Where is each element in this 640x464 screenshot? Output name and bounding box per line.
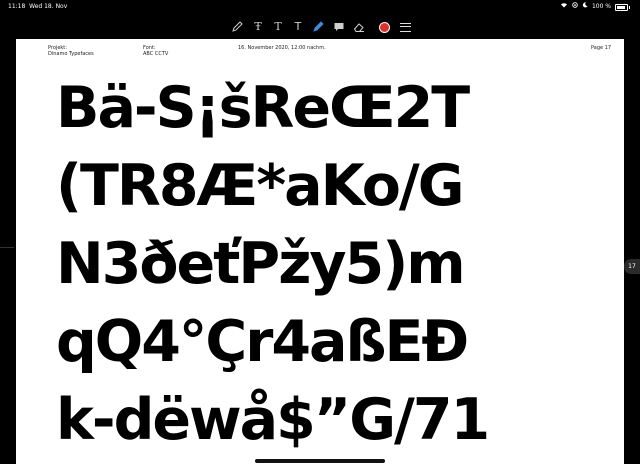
specimen-line-1: Bä-S¡šReŒ2T [56, 75, 470, 141]
menu-icon [399, 22, 411, 32]
wifi-icon [560, 0, 568, 14]
toolbar-menu-button[interactable] [398, 20, 412, 34]
pencil-icon [232, 21, 243, 32]
highlighter-tool[interactable] [311, 20, 325, 34]
comment-icon [334, 23, 344, 31]
specimen-line-2: (TR8Æ*aKo/G [56, 153, 465, 219]
color-picker-button[interactable] [377, 20, 391, 34]
red-color-swatch [378, 21, 390, 33]
text-style-tool[interactable]: Ŧ [251, 20, 265, 34]
specimen-line-3: N3ðeťPžy5)m [56, 231, 466, 297]
document-date: 16. November 2020, 12:00 nachm. [238, 45, 326, 51]
project-info: Projekt: Dinamo Typefaces [48, 45, 94, 57]
text-style-icon: Ŧ [254, 20, 262, 33]
status-right: 100 % [560, 0, 630, 14]
page-indicator-tab[interactable]: 17 [624, 259, 640, 274]
annotation-toolbar: Ŧ T T [0, 14, 640, 40]
page-number: Page 17 [591, 45, 612, 51]
orientation-lock-icon [572, 0, 578, 14]
eraser-icon [353, 23, 364, 32]
status-time: 11:18 Wed 18. Nov [8, 3, 68, 10]
pencil-tool[interactable] [230, 20, 244, 34]
comment-tool[interactable] [332, 20, 346, 34]
home-indicator[interactable] [255, 459, 385, 463]
text-alt-icon: T [294, 20, 302, 33]
document-page: Projekt: Dinamo Typefaces Font: ABC CCTV… [16, 39, 624, 464]
status-bar: 11:18 Wed 18. Nov 100 % [0, 0, 640, 14]
battery-percent: 100 % [591, 3, 611, 10]
specimen-line-4: qQ4°Çr4aßEĐ [56, 309, 469, 375]
battery-icon [615, 3, 628, 11]
moon-icon [582, 0, 588, 14]
left-edge-rule [0, 247, 14, 248]
text-tool[interactable]: T [271, 20, 285, 34]
specimen-line-5: k-dëwå$”G/71 [56, 387, 490, 453]
type-specimen: Bä-S¡šReŒ2T (TR8Æ*aKo/G N3ðeťPžy5)m qQ4°… [56, 69, 616, 459]
eraser-tool[interactable] [352, 20, 366, 34]
text-alt-tool[interactable]: T [291, 20, 305, 34]
text-icon: T [274, 20, 282, 33]
font-info: Font: ABC CCTV [143, 45, 169, 57]
highlighter-icon [313, 21, 324, 32]
